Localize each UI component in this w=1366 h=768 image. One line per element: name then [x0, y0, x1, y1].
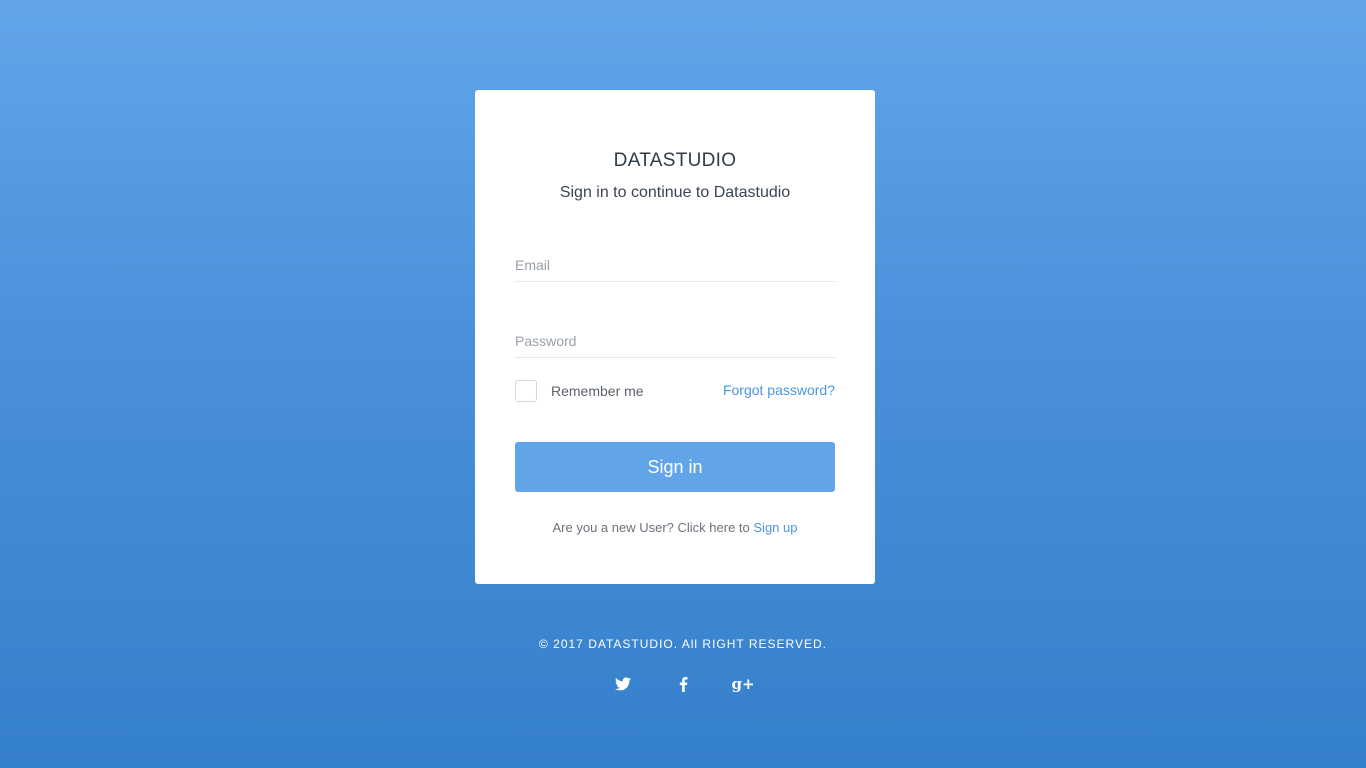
sign-up-link[interactable]: Sign up: [753, 520, 797, 535]
login-card: DATASTUDIO Sign in to continue to Datast…: [475, 90, 875, 584]
twitter-icon-glyph: [615, 677, 631, 691]
signup-prompt-text: Are you a new User? Click here to: [552, 520, 754, 535]
facebook-icon-glyph: [679, 676, 687, 692]
password-field[interactable]: [515, 330, 835, 358]
social-links: g+: [0, 674, 1366, 694]
signup-prompt: Are you a new User? Click here to Sign u…: [475, 520, 875, 535]
google-plus-icon[interactable]: g+: [731, 674, 755, 694]
remember-me-checkbox[interactable]: [515, 380, 537, 402]
copyright-text: © 2017 DATASTUDIO. All RIGHT RESERVED.: [538, 637, 828, 651]
remember-me-label[interactable]: Remember me: [551, 383, 644, 399]
sign-in-button[interactable]: Sign in: [515, 442, 835, 492]
google-plus-glyph: g+: [731, 675, 755, 693]
brand-title: DATASTUDIO: [613, 150, 737, 171]
login-subtitle: Sign in to continue to Datastudio: [559, 184, 791, 201]
twitter-icon[interactable]: [613, 674, 633, 694]
forgot-password-link[interactable]: Forgot password?: [723, 382, 835, 398]
email-field[interactable]: [515, 254, 835, 282]
facebook-icon[interactable]: [673, 674, 693, 694]
